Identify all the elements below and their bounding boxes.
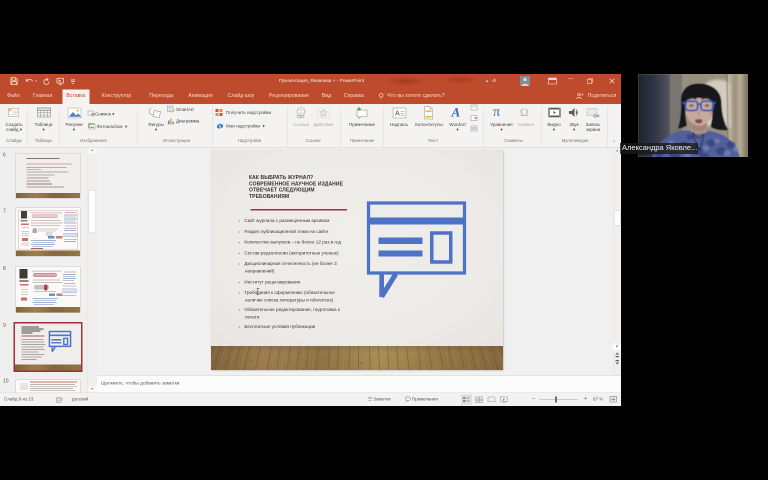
svg-text:A: A [395, 111, 400, 118]
